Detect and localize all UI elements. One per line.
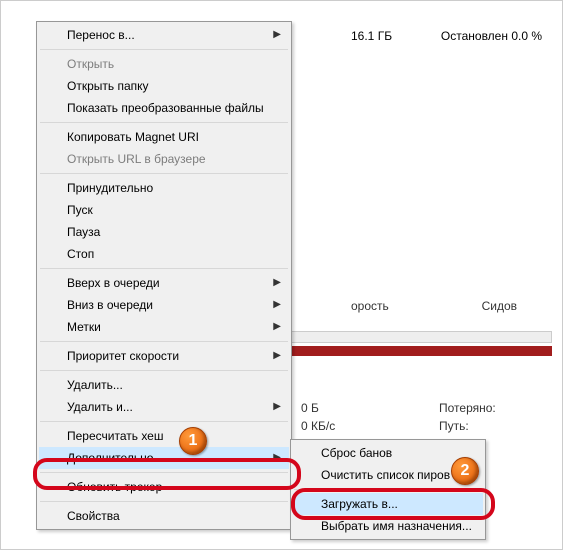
menu-item-label: Открыть папку	[67, 79, 149, 93]
submenu-download-to[interactable]: Загружать в...	[293, 493, 483, 515]
menu-item-label: Загружать в...	[321, 497, 398, 511]
menu-delete[interactable]: Удалить...	[39, 374, 289, 396]
step-badge-1: 1	[179, 427, 207, 455]
label-seeds-partial: Сидов	[482, 299, 517, 313]
menu-open: Открыть	[39, 53, 289, 75]
submenu-arrow-icon: ▶	[273, 396, 281, 418]
submenu-arrow-icon: ▶	[273, 272, 281, 294]
separator	[294, 489, 482, 490]
menu-item-label: Удалить...	[67, 378, 123, 392]
separator	[40, 472, 288, 473]
submenu-arrow-icon: ▶	[273, 345, 281, 367]
menu-copy-magnet[interactable]: Копировать Magnet URI	[39, 126, 289, 148]
menu-item-label: Открыть URL в браузере	[67, 152, 206, 166]
menu-item-label: Перенос в...	[67, 28, 135, 42]
menu-item-label: Свойства	[67, 509, 120, 523]
menu-open-url: Открыть URL в браузере	[39, 148, 289, 170]
menu-queue-down[interactable]: Вниз в очереди ▶	[39, 294, 289, 316]
label-speed-partial: орость	[351, 299, 389, 313]
menu-item-label: Метки	[67, 320, 101, 334]
stat-label-lost: Потеряно:	[439, 401, 496, 415]
submenu-arrow-icon: ▶	[273, 24, 281, 46]
menu-show-converted[interactable]: Показать преобразованные файлы	[39, 97, 289, 119]
menu-force[interactable]: Принудительно	[39, 177, 289, 199]
separator	[40, 49, 288, 50]
menu-item-label: Очистить список пиров	[321, 468, 450, 482]
separator	[40, 501, 288, 502]
menu-item-label: Пауза	[67, 225, 100, 239]
menu-labels[interactable]: Метки ▶	[39, 316, 289, 338]
stat-label-path: Путь:	[439, 419, 469, 433]
stat-value-speed: 0 КБ/с	[301, 419, 335, 433]
menu-item-label: Копировать Magnet URI	[67, 130, 199, 144]
menu-advanced[interactable]: Дополнительно ▶	[39, 447, 289, 469]
progress-bar-empty	[291, 331, 552, 343]
menu-start[interactable]: Пуск	[39, 199, 289, 221]
submenu-arrow-icon: ▶	[273, 447, 281, 469]
menu-properties[interactable]: Свойства	[39, 505, 289, 527]
menu-item-label: Показать преобразованные файлы	[67, 101, 264, 115]
separator	[40, 268, 288, 269]
submenu-choose-destination[interactable]: Выбрать имя назначения...	[293, 515, 483, 537]
menu-delete-and[interactable]: Удалить и... ▶	[39, 396, 289, 418]
menu-move-to[interactable]: Перенос в... ▶	[39, 24, 289, 46]
separator	[40, 173, 288, 174]
separator	[40, 370, 288, 371]
menu-pause[interactable]: Пауза	[39, 221, 289, 243]
menu-recheck-hash[interactable]: Пересчитать хеш	[39, 425, 289, 447]
column-size-value: 16.1 ГБ	[351, 29, 392, 43]
menu-item-label: Выбрать имя назначения...	[321, 519, 472, 533]
menu-item-label: Открыть	[67, 57, 114, 71]
submenu-arrow-icon: ▶	[273, 316, 281, 338]
menu-item-label: Пересчитать хеш	[67, 429, 164, 443]
separator	[40, 122, 288, 123]
separator	[40, 341, 288, 342]
context-menu: Перенос в... ▶ Открыть Открыть папку Пока…	[36, 21, 292, 530]
menu-stop[interactable]: Стоп	[39, 243, 289, 265]
menu-update-tracker[interactable]: Обновить трекер	[39, 476, 289, 498]
menu-item-label: Удалить и...	[67, 400, 133, 414]
separator	[40, 421, 288, 422]
menu-item-label: Принудительно	[67, 181, 153, 195]
column-status-value: Остановлен 0.0 %	[441, 29, 542, 43]
menu-item-label: Дополнительно	[67, 451, 153, 465]
submenu-advanced: Сброс банов Очистить список пиров Загруж…	[290, 439, 486, 540]
menu-item-label: Стоп	[67, 247, 94, 261]
availability-bar	[291, 346, 552, 356]
step-badge-2: 2	[451, 457, 479, 485]
menu-item-label: Вверх в очереди	[67, 276, 160, 290]
submenu-arrow-icon: ▶	[273, 294, 281, 316]
menu-item-label: Обновить трекер	[67, 480, 162, 494]
menu-item-label: Приоритет скорости	[67, 349, 179, 363]
menu-item-label: Сброс банов	[321, 446, 392, 460]
menu-open-folder[interactable]: Открыть папку	[39, 75, 289, 97]
menu-item-label: Вниз в очереди	[67, 298, 153, 312]
menu-item-label: Пуск	[67, 203, 93, 217]
stat-value-bytes: 0 Б	[301, 401, 319, 415]
menu-speed-priority[interactable]: Приоритет скорости ▶	[39, 345, 289, 367]
menu-queue-up[interactable]: Вверх в очереди ▶	[39, 272, 289, 294]
